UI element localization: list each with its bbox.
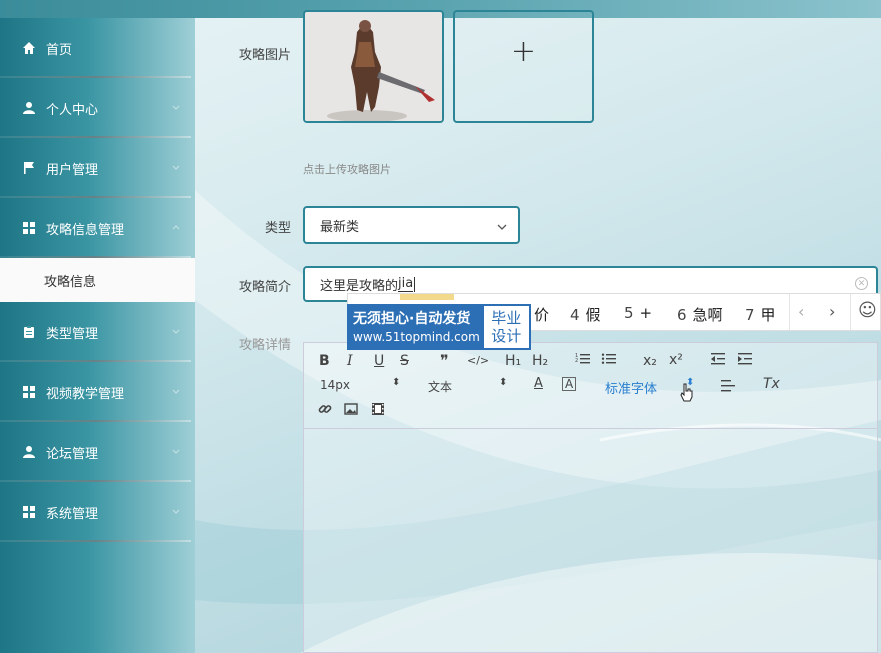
chevron-up-icon xyxy=(172,225,180,230)
watermark-line1: 无须担心·自动发货 xyxy=(353,311,471,327)
clear-format-button[interactable]: Tx xyxy=(763,376,780,392)
chevron-down-icon xyxy=(172,449,180,454)
sidebar-item-home[interactable]: 首页 xyxy=(0,18,195,78)
sidebar-item-label: 类型管理 xyxy=(46,326,99,342)
indent-icon[interactable] xyxy=(737,352,753,370)
italic-button[interactable]: I xyxy=(347,353,353,369)
editor-toolbar: B I U S ❞ </> H₁ H₂ 12 x₂ x² 14px ⬍ 文本 ⬍… xyxy=(304,343,877,429)
intro-composing-text: jia xyxy=(398,276,414,292)
submenu-item-guide-info[interactable]: 攻略信息 xyxy=(0,258,195,302)
ime-candidate[interactable]: 7甲 xyxy=(745,304,776,325)
h1-button[interactable]: H₁ xyxy=(505,353,521,369)
quote-button[interactable]: ❞ xyxy=(440,351,449,370)
image-icon[interactable] xyxy=(344,402,358,420)
chevron-down-icon xyxy=(172,165,180,170)
watermark-badge-top: 毕业 xyxy=(491,309,522,327)
sidebar-item-label: 个人中心 xyxy=(46,102,99,118)
sidebar-item-label: 系统管理 xyxy=(46,506,99,522)
superscript-button[interactable]: x² xyxy=(669,352,683,368)
font-color-icon[interactable]: A xyxy=(534,376,543,391)
sidebar-item-forum[interactable]: 论坛管理 xyxy=(0,422,195,482)
image-label: 攻略图片 xyxy=(238,48,291,63)
sidebar-item-guide-management[interactable]: 攻略信息管理 xyxy=(0,198,195,258)
clear-icon[interactable]: ✕ xyxy=(855,277,868,290)
chevron-down-icon xyxy=(172,389,180,394)
font-family-select[interactable]: 标准字体 xyxy=(605,378,657,397)
align-icon[interactable] xyxy=(720,379,736,397)
rich-text-editor[interactable]: B I U S ❞ </> H₁ H₂ 12 x₂ x² 14px ⬍ 文本 ⬍… xyxy=(303,342,878,653)
watermark-line2: www.51topmind.com xyxy=(353,330,480,344)
text-type-arrow-icon: ⬍ xyxy=(499,377,508,388)
background-color-icon[interactable]: A xyxy=(562,377,577,391)
type-select[interactable]: 最新类 xyxy=(303,206,520,244)
user-icon xyxy=(22,445,36,459)
chevron-down-icon xyxy=(172,509,180,514)
text-type-select[interactable]: 文本 xyxy=(428,378,452,395)
chevron-down-icon xyxy=(172,105,180,110)
sidebar-item-label: 论坛管理 xyxy=(46,446,99,462)
ime-candidate[interactable]: 5 + xyxy=(624,304,652,322)
ime-candidate[interactable]: 价 xyxy=(534,304,549,325)
sidebar-item-type-management[interactable]: 类型管理 xyxy=(0,302,195,362)
sidebar-item-video-teaching[interactable]: 视频教学管理 xyxy=(0,362,195,422)
upload-hint: 点击上传攻略图片 xyxy=(303,163,391,176)
bullet-list-icon[interactable] xyxy=(601,352,617,370)
sidebar-item-users[interactable]: 用户管理 xyxy=(0,138,195,198)
type-select-value: 最新类 xyxy=(320,219,360,235)
sidebar-item-label: 攻略信息管理 xyxy=(46,222,125,238)
ime-next-button[interactable]: › xyxy=(829,302,835,321)
font-size-select[interactable]: 14px xyxy=(320,378,350,392)
hand-cursor-icon xyxy=(680,383,693,402)
sidebar-item-profile[interactable]: 个人中心 xyxy=(0,78,195,138)
svg-text:2: 2 xyxy=(575,358,578,364)
strike-button[interactable]: S xyxy=(400,353,409,369)
code-button[interactable]: </> xyxy=(467,354,489,367)
video-icon[interactable] xyxy=(371,402,385,420)
sidebar-item-system[interactable]: 系统管理 xyxy=(0,482,195,542)
watermark-badge-bottom: 设计 xyxy=(491,327,522,345)
user-icon xyxy=(22,101,36,115)
ime-candidate[interactable]: 6 急啊 xyxy=(677,304,723,325)
ime-candidate[interactable]: 4假 xyxy=(570,304,601,325)
font-size-arrow-icon: ⬍ xyxy=(392,377,401,388)
subscript-button[interactable]: x₂ xyxy=(643,353,657,369)
warrior-image xyxy=(305,12,442,121)
sidebar-item-label: 用户管理 xyxy=(46,162,99,178)
bold-button[interactable]: B xyxy=(319,353,330,369)
ime-highlight xyxy=(400,294,454,300)
outdent-icon[interactable] xyxy=(710,352,726,370)
intro-value: 这里是攻略的 xyxy=(320,278,399,294)
type-label: 类型 xyxy=(264,221,291,236)
link-icon[interactable] xyxy=(318,402,332,420)
clipboard-icon xyxy=(22,325,36,339)
ordered-list-icon[interactable]: 12 xyxy=(575,352,591,370)
flag-icon xyxy=(22,161,36,175)
grid-icon xyxy=(22,385,36,399)
h2-button[interactable]: H₂ xyxy=(532,353,548,369)
ime-prev-button[interactable]: ‹ xyxy=(798,302,804,321)
uploaded-image[interactable] xyxy=(303,10,444,123)
text-caret xyxy=(414,276,416,292)
grid-icon xyxy=(22,505,36,519)
grid-icon xyxy=(22,221,36,235)
intro-label: 攻略简介 xyxy=(238,280,291,295)
emoji-icon[interactable]: ☺ xyxy=(858,300,877,321)
chevron-down-icon xyxy=(497,224,507,230)
home-icon xyxy=(22,41,36,55)
watermark-badge: 无须担心·自动发货 www.51topmind.com 毕业 设计 xyxy=(347,304,531,350)
sidebar-item-label: 首页 xyxy=(46,42,73,58)
sidebar: 首页 个人中心 用户管理 攻略信息管理 攻略信息 类型管理 视频教学管理 论坛管… xyxy=(0,18,195,653)
upload-add-button[interactable]: + xyxy=(453,10,594,123)
chevron-down-icon xyxy=(172,329,180,334)
plus-icon: + xyxy=(510,34,537,69)
underline-button[interactable]: U xyxy=(374,353,384,369)
sidebar-item-label: 视频教学管理 xyxy=(46,386,125,402)
detail-label: 攻略详情 xyxy=(238,338,291,353)
